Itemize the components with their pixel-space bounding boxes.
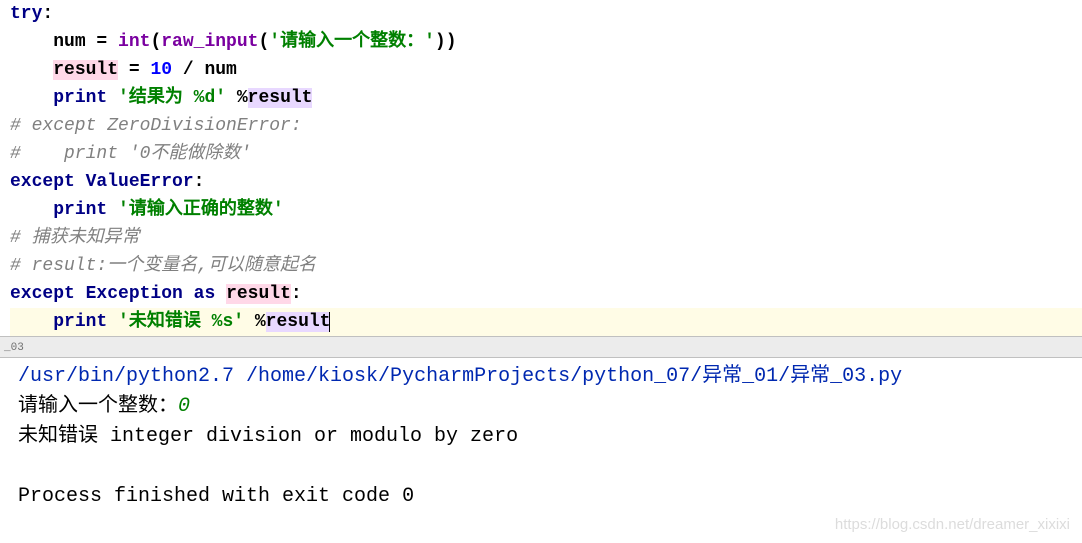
run-console[interactable]: /usr/bin/python2.7 /home/kiosk/PycharmPr… bbox=[0, 358, 1082, 512]
class-exception: Exception bbox=[86, 284, 183, 304]
comment: # except ZeroDivisionError: bbox=[10, 116, 302, 136]
var-result: result bbox=[53, 60, 118, 80]
indent bbox=[10, 88, 53, 108]
watermark-text: https://blog.csdn.net/dreamer_xixixi bbox=[835, 516, 1070, 533]
indent bbox=[10, 200, 53, 220]
string-literal: '未知错误 %s' bbox=[118, 312, 244, 332]
text-cursor bbox=[329, 312, 330, 332]
class-valueerror: ValueError bbox=[86, 172, 194, 192]
colon: : bbox=[291, 284, 302, 304]
indent bbox=[10, 32, 53, 52]
fn-int: int bbox=[118, 32, 150, 52]
comment: # print '0不能做除数' bbox=[10, 144, 251, 164]
code-line: try: bbox=[10, 0, 1082, 28]
var-num: num bbox=[53, 32, 85, 52]
keyword-except: except bbox=[10, 172, 75, 192]
comment: # 捕获未知异常 bbox=[10, 228, 140, 248]
var-result: result bbox=[226, 284, 291, 304]
code-line-comment: # except ZeroDivisionError: bbox=[10, 112, 1082, 140]
var-num: num bbox=[204, 60, 236, 80]
indent bbox=[10, 60, 53, 80]
code-line: result = 10 / num bbox=[10, 56, 1082, 84]
colon: : bbox=[42, 4, 53, 24]
panel-divider[interactable]: _03 bbox=[0, 336, 1082, 358]
console-command: /usr/bin/python2.7 /home/kiosk/PycharmPr… bbox=[18, 362, 1082, 392]
op-div: / bbox=[172, 60, 204, 80]
eq: = bbox=[86, 32, 118, 52]
code-line-comment: # print '0不能做除数' bbox=[10, 140, 1082, 168]
input-prompt: 请输入一个整数： bbox=[18, 395, 178, 418]
keyword-print: print bbox=[53, 88, 107, 108]
console-blank bbox=[18, 452, 1082, 482]
op-mod: % bbox=[226, 88, 248, 108]
string-literal: '请输入正确的整数' bbox=[118, 200, 284, 220]
space bbox=[75, 172, 86, 192]
console-input-line: 请输入一个整数：0 bbox=[18, 392, 1082, 422]
keyword-try: try bbox=[10, 4, 42, 24]
keyword-print: print bbox=[53, 200, 107, 220]
op-mod: % bbox=[244, 312, 266, 332]
indent bbox=[10, 312, 53, 332]
divider-label: _03 bbox=[4, 342, 24, 354]
colon: : bbox=[194, 172, 205, 192]
var-result: result bbox=[248, 88, 313, 108]
space bbox=[107, 312, 118, 332]
space bbox=[107, 200, 118, 220]
space bbox=[215, 284, 226, 304]
code-line: except ValueError: bbox=[10, 168, 1082, 196]
console-output: 未知错误 integer division or modulo by zero bbox=[18, 422, 1082, 452]
space bbox=[107, 88, 118, 108]
console-exit: Process finished with exit code 0 bbox=[18, 482, 1082, 512]
paren: ( bbox=[150, 32, 161, 52]
user-input: 0 bbox=[178, 395, 190, 418]
var-result: result bbox=[266, 312, 331, 332]
keyword-print: print bbox=[53, 312, 107, 332]
code-line: num = int(raw_input('请输入一个整数：')) bbox=[10, 28, 1082, 56]
string-literal: '请输入一个整数：' bbox=[269, 32, 435, 52]
space bbox=[183, 284, 194, 304]
paren: ( bbox=[258, 32, 269, 52]
fn-rawinput: raw_input bbox=[161, 32, 258, 52]
code-line: print '结果为 %d' %result bbox=[10, 84, 1082, 112]
code-line: except Exception as result: bbox=[10, 280, 1082, 308]
string-literal: '结果为 %d' bbox=[118, 88, 226, 108]
code-line-comment: # 捕获未知异常 bbox=[10, 224, 1082, 252]
code-editor[interactable]: try: num = int(raw_input('请输入一个整数：')) re… bbox=[0, 0, 1082, 336]
code-line: print '请输入正确的整数' bbox=[10, 196, 1082, 224]
keyword-except: except bbox=[10, 284, 75, 304]
number-literal: 10 bbox=[150, 60, 172, 80]
space bbox=[75, 284, 86, 304]
comment: # result:一个变量名,可以随意起名 bbox=[10, 256, 316, 276]
keyword-as: as bbox=[194, 284, 216, 304]
code-line-comment: # result:一个变量名,可以随意起名 bbox=[10, 252, 1082, 280]
code-line-current: print '未知错误 %s' %result bbox=[10, 308, 1082, 336]
paren: )) bbox=[435, 32, 457, 52]
eq: = bbox=[118, 60, 150, 80]
